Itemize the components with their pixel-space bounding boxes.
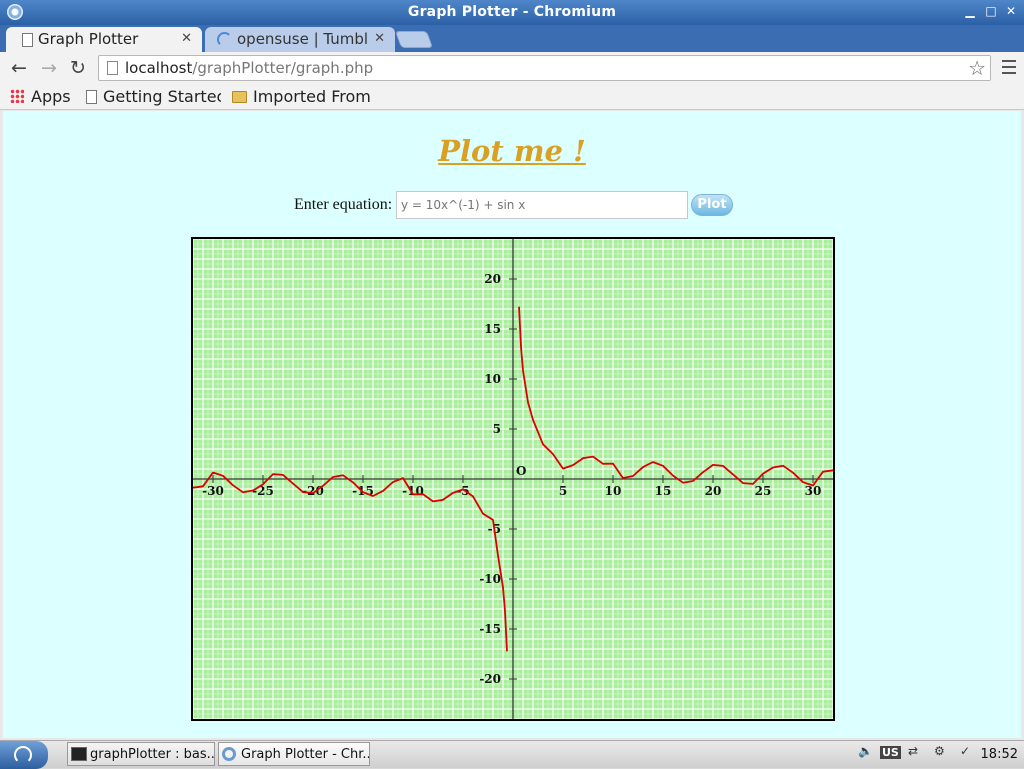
origin-label: O — [516, 464, 526, 478]
page-content: Plot me ! Enter equation: Plot -30 -25 -20… — [3, 111, 1021, 738]
minimize-icon[interactable]: ▁ — [962, 3, 978, 19]
x-tick-label: 25 — [755, 484, 772, 498]
y-tick-label: 20 — [484, 272, 501, 286]
y-tick-label: 5 — [493, 422, 501, 436]
browser-toolbar: ← → ↻ localhost/graphPlotter/graph.php ☆ — [0, 52, 1024, 84]
tab-close-icon[interactable]: ✕ — [374, 31, 385, 46]
x-tick-label: 10 — [605, 484, 622, 498]
keyboard-layout[interactable]: US — [880, 746, 901, 759]
x-tick-label: 15 — [655, 484, 672, 498]
graph-canvas: -30 -25 -20 -15 -10 -5 5 10 15 20 25 30 20 15 10 5 -5 -10… — [191, 237, 835, 721]
updates-icon[interactable]: ⚙ — [934, 744, 945, 758]
apps-grid-icon — [10, 89, 24, 103]
volume-icon[interactable]: 🔈 — [858, 744, 873, 758]
taskbar-item-label: Graph Plotter - Chr... — [241, 747, 370, 762]
x-tick-label: 5 — [559, 484, 567, 498]
page-icon — [86, 90, 97, 104]
forward-arrow-icon[interactable]: → — [38, 58, 60, 78]
taskbar-item-label: graphPlotter : bas... — [90, 747, 215, 762]
back-arrow-icon[interactable]: ← — [8, 58, 30, 78]
page-title[interactable]: Plot me ! — [438, 134, 586, 168]
title-bar: Graph Plotter - Chromium ▁ □ ✕ — [0, 0, 1024, 25]
bookmarks-bar: Apps Getting Startec Imported From — [0, 84, 1024, 110]
clipboard-icon[interactable]: ✓ — [960, 744, 970, 758]
chromium-icon — [222, 747, 236, 761]
bookmark-imported-from[interactable]: Imported From — [253, 87, 371, 106]
tab-close-icon[interactable]: ✕ — [181, 31, 192, 46]
tab-strip: Graph Plotter ✕ opensuse | Tumbl ✕ — [0, 25, 1024, 52]
tab-label: Graph Plotter — [38, 30, 139, 48]
maximize-icon[interactable]: □ — [983, 3, 999, 19]
close-icon[interactable]: ✕ — [1003, 3, 1019, 19]
taskbar: graphPlotter : bas... Graph Plotter - Ch… — [0, 740, 1024, 769]
terminal-icon — [71, 747, 87, 761]
x-tick-label: -10 — [402, 484, 424, 498]
menu-icon[interactable] — [1002, 60, 1016, 74]
y-tick-label: 15 — [484, 322, 501, 336]
x-tick-label: 20 — [705, 484, 722, 498]
tab-opensuse[interactable]: opensuse | Tumbl ✕ — [205, 27, 395, 52]
loading-spinner-icon — [217, 32, 232, 47]
url-text: localhost/graphPlotter/graph.php — [125, 59, 374, 77]
bookmark-star-icon[interactable]: ☆ — [968, 56, 986, 80]
page-icon — [22, 33, 33, 47]
taskbar-item-terminal[interactable]: graphPlotter : bas... — [67, 742, 215, 766]
y-tick-label: -15 — [479, 622, 501, 636]
window-title: Graph Plotter - Chromium — [407, 4, 617, 20]
tab-label: opensuse | Tumbl — [237, 30, 369, 48]
y-tick-label: -20 — [479, 672, 501, 686]
bookmark-getting-started[interactable]: Getting Startec — [103, 87, 221, 106]
reload-icon[interactable]: ↻ — [67, 58, 89, 78]
x-tick-label: -25 — [252, 484, 274, 498]
graph-svg: -30 -25 -20 -15 -10 -5 5 10 15 20 25 302015105-5-10… — [193, 239, 833, 719]
equation-input[interactable] — [396, 191, 688, 219]
start-logo-icon — [14, 746, 32, 764]
address-bar[interactable]: localhost/graphPlotter/graph.php ☆ — [98, 55, 991, 81]
network-icon[interactable]: ⇄ — [908, 744, 918, 758]
taskbar-item-chromium[interactable]: Graph Plotter - Chr... — [218, 742, 370, 766]
plot-button[interactable]: Plot — [691, 194, 733, 216]
tab-graph-plotter[interactable]: Graph Plotter ✕ — [6, 27, 202, 52]
folder-icon — [232, 91, 247, 103]
equation-label: Enter equation: — [294, 196, 393, 213]
x-tick-label: -20 — [302, 484, 324, 498]
start-menu-button[interactable] — [0, 741, 48, 769]
x-tick-label: -30 — [202, 484, 224, 498]
browser-window: Graph Plotter - Chromium ▁ □ ✕ Graph Plo… — [0, 0, 1024, 740]
new-tab-button[interactable] — [394, 31, 434, 48]
page-icon — [107, 61, 118, 75]
y-tick-label: 10 — [484, 372, 501, 386]
y-tick-label: -10 — [479, 572, 501, 586]
clock: 18:52 — [980, 747, 1018, 762]
bookmark-apps[interactable]: Apps — [31, 87, 71, 106]
